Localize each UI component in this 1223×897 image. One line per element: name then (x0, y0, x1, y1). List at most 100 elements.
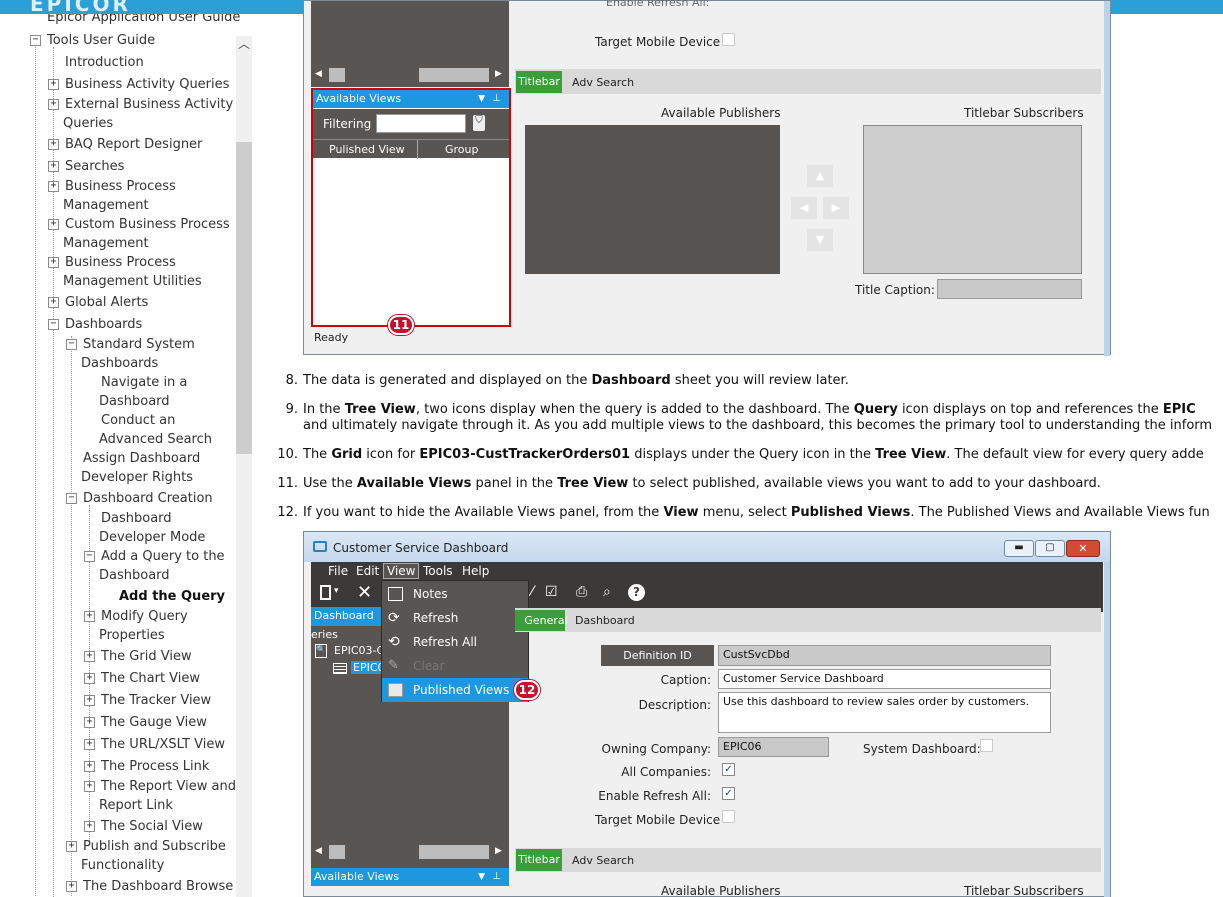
toc-item[interactable]: The Grid View (101, 647, 192, 666)
toc-item[interactable]: Introduction (65, 53, 144, 72)
scroll-left-icon[interactable]: ◀ (315, 846, 322, 856)
tree-node-query[interactable]: EPIC03-C (334, 644, 384, 657)
maximize-icon[interactable]: ▢ (1035, 540, 1065, 557)
arrow-up-icon[interactable]: ▲ (807, 165, 833, 187)
expand-icon[interactable]: + (66, 841, 77, 852)
collapse-icon[interactable]: − (66, 493, 77, 504)
collapse-icon[interactable]: − (30, 35, 41, 46)
toc-item-current[interactable]: Add the Query (119, 587, 225, 606)
menu-tools[interactable]: Tools (423, 564, 453, 578)
enable-refresh-checkbox[interactable]: ✓ (722, 787, 735, 800)
tab-dashboard[interactable]: Dashboard (575, 610, 635, 632)
expand-icon[interactable]: + (84, 781, 95, 792)
scroll-up-icon[interactable]: ︿ (236, 36, 252, 52)
toc-item[interactable]: The Dashboard Browse (83, 877, 233, 896)
pin-icon[interactable]: ⊥ (492, 90, 501, 108)
close-icon[interactable]: ✕ (1066, 540, 1100, 557)
filter-input[interactable] (376, 114, 466, 133)
scroll-right-icon[interactable]: ▶ (495, 69, 502, 79)
expand-icon[interactable]: + (66, 881, 77, 892)
expand-icon[interactable]: + (48, 181, 59, 192)
toc-item[interactable]: Global Alerts (65, 293, 148, 312)
expand-icon[interactable]: + (48, 219, 59, 230)
arrow-left-icon[interactable]: ◀ (791, 197, 817, 219)
scroll-thumb[interactable] (329, 68, 345, 82)
toc-item[interactable]: Conduct an (101, 411, 175, 430)
arrow-down-icon[interactable]: ▼ (807, 229, 833, 251)
description-field[interactable]: Use this dashboard to review sales order… (718, 692, 1051, 733)
tab-adv-search[interactable]: Adv Search (572, 72, 634, 94)
toc-item[interactable]: Navigate in a (101, 373, 187, 392)
tab-titlebar[interactable]: Titlebar (516, 71, 562, 93)
toc-item[interactable]: Management Utilities (63, 272, 202, 291)
scroll-thumb[interactable] (419, 68, 489, 82)
toc-item[interactable]: Dashboard (101, 509, 172, 528)
publishers-list[interactable] (525, 125, 780, 274)
print-preview-icon[interactable]: ⌕ (603, 584, 611, 600)
dropdown-icon[interactable]: ▼ (478, 868, 485, 886)
title-caption-field[interactable] (937, 279, 1082, 299)
toc-item[interactable]: BAQ Report Designer (65, 135, 202, 154)
scroll-thumb[interactable] (329, 845, 345, 859)
subscribers-list[interactable] (863, 125, 1082, 274)
print-icon[interactable]: ⎙ (576, 584, 587, 600)
scroll-thumb[interactable] (419, 845, 489, 859)
toc-item[interactable]: Searches (65, 157, 124, 176)
help-icon[interactable]: ? (628, 584, 645, 601)
toc-item[interactable]: Queries (63, 114, 113, 133)
collapse-icon[interactable]: − (84, 551, 95, 562)
column-header[interactable]: Pulished View (329, 143, 405, 156)
target-mobile-checkbox[interactable] (722, 810, 735, 823)
expand-icon[interactable]: + (84, 821, 95, 832)
minimize-icon[interactable]: ▬ (1004, 540, 1034, 557)
menu-item-notes[interactable]: Notes (382, 582, 528, 606)
pin-icon[interactable]: ⊥ (492, 868, 501, 886)
toc-item[interactable]: The Social View (101, 817, 203, 836)
toc-item[interactable]: Business Process (65, 177, 176, 196)
column-header[interactable]: Group (445, 143, 479, 156)
toc-item[interactable]: The Tracker View (101, 691, 211, 710)
sidebar-scroll-thumb[interactable] (236, 142, 252, 454)
target-mobile-checkbox[interactable] (722, 33, 735, 46)
menu-edit[interactable]: Edit (356, 564, 379, 578)
toc-item[interactable]: The Gauge View (101, 713, 207, 732)
toc-item[interactable]: Dashboard (99, 566, 170, 585)
toc-item[interactable]: Standard System (83, 335, 195, 354)
toc-item[interactable]: External Business Activity (65, 95, 233, 114)
expand-icon[interactable]: + (48, 139, 59, 150)
toc-item[interactable]: Publish and Subscribe (83, 837, 226, 856)
expand-icon[interactable]: + (84, 739, 95, 750)
toc-item[interactable]: Management (63, 196, 149, 215)
toc-item[interactable]: Custom Business Process (65, 215, 230, 234)
all-companies-checkbox[interactable]: ✓ (722, 763, 735, 776)
menu-help[interactable]: Help (462, 564, 489, 578)
delete-icon[interactable]: ✕ (357, 582, 372, 603)
menu-item-clear[interactable]: ✎ Clear (382, 654, 528, 678)
tab-adv-search[interactable]: Adv Search (572, 850, 634, 872)
arrow-right-icon[interactable]: ▶ (823, 197, 849, 219)
check-icon[interactable]: ☑ (545, 584, 558, 600)
menu-item-refresh-all[interactable]: ⟲ Refresh All (382, 630, 528, 654)
toc-item[interactable]: Advanced Search (99, 430, 212, 449)
tab-general[interactable]: General (515, 610, 568, 631)
toc-item[interactable]: Developer Rights (81, 468, 193, 487)
expand-icon[interactable]: + (48, 297, 59, 308)
toc-item[interactable]: Dashboard (99, 392, 170, 411)
dropdown-icon[interactable]: ▾ (334, 586, 339, 596)
toc-item[interactable]: Tools User Guide (47, 31, 155, 50)
expand-icon[interactable]: + (48, 257, 59, 268)
owning-company-field[interactable]: EPIC06 (718, 737, 829, 757)
toc-item[interactable]: The Chart View (101, 669, 200, 688)
collapse-icon[interactable]: − (66, 339, 77, 350)
tree-hscroll[interactable]: ◀ ▶ (311, 67, 509, 83)
toc-item[interactable]: Dashboards (65, 315, 142, 334)
new-icon[interactable] (320, 585, 331, 600)
toc-item[interactable]: Business Activity Queries (65, 75, 229, 94)
expand-icon[interactable]: + (48, 161, 59, 172)
menu-item-refresh[interactable]: ⟳ Refresh (382, 606, 528, 630)
expand-icon[interactable]: + (84, 761, 95, 772)
toc-item[interactable]: Report Link (99, 796, 173, 815)
system-dashboard-checkbox[interactable] (980, 739, 993, 752)
scroll-left-icon[interactable]: ◀ (315, 69, 322, 79)
toc-item[interactable]: The URL/XSLT View (101, 735, 225, 754)
